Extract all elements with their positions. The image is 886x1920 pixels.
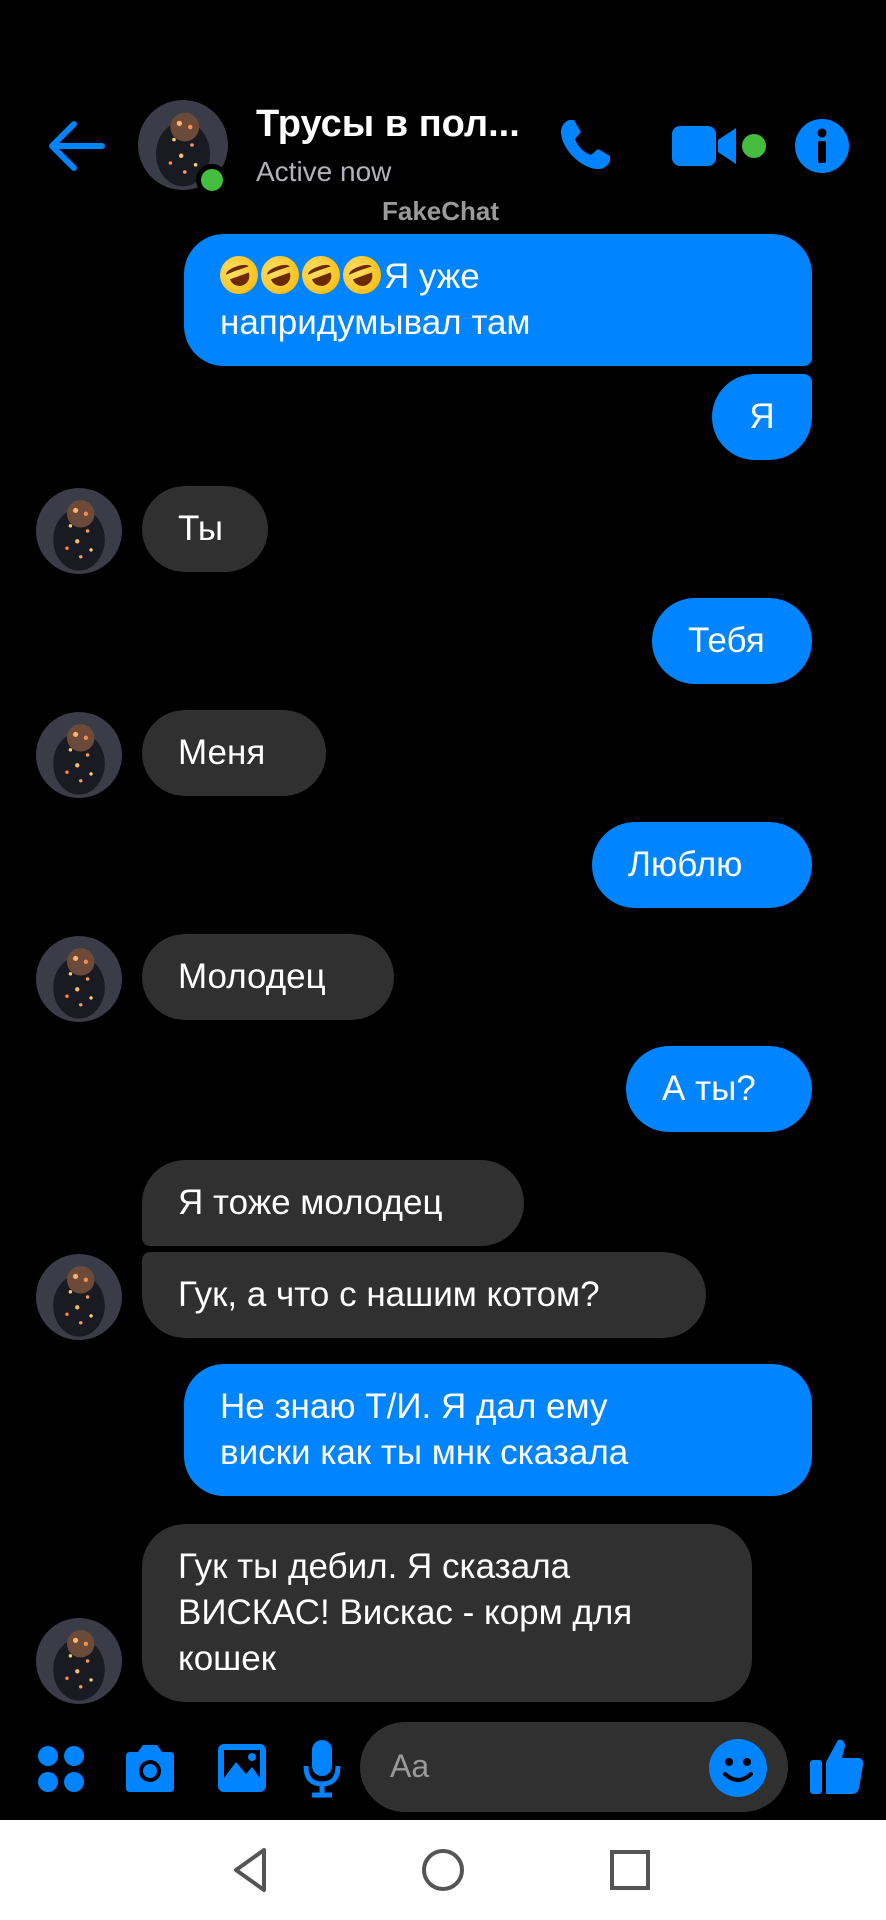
message-text: Ты bbox=[178, 509, 223, 548]
video-camera-icon[interactable] bbox=[670, 118, 740, 174]
back-arrow-icon[interactable] bbox=[44, 114, 108, 178]
contact-status: Active now bbox=[256, 156, 392, 187]
message-bubble-outgoing[interactable]: Я bbox=[712, 374, 812, 460]
recents-square-icon[interactable] bbox=[602, 1842, 658, 1898]
camera-icon[interactable] bbox=[122, 1742, 178, 1794]
message-text: Тебя bbox=[688, 621, 765, 660]
message-bubble-outgoing[interactable]: Люблю bbox=[592, 822, 812, 908]
message-text: Не знаю Т/И. Я дал ему bbox=[220, 1387, 608, 1426]
message-bubble-incoming[interactable]: Я тоже молодец bbox=[142, 1160, 524, 1246]
message-bubble-incoming[interactable]: Ты bbox=[142, 486, 268, 572]
message-text: Гук, а что с нашим котом? bbox=[178, 1275, 600, 1314]
message-bubble-incoming[interactable]: Молодец bbox=[142, 934, 394, 1020]
message-text: А ты? bbox=[662, 1069, 756, 1108]
home-circle-icon[interactable] bbox=[415, 1842, 471, 1898]
message-text: Я уже bbox=[384, 257, 480, 296]
message-composer: Aa bbox=[0, 1716, 886, 1820]
back-triangle-icon[interactable] bbox=[224, 1842, 280, 1898]
message-text: Я bbox=[749, 397, 775, 436]
sender-avatar[interactable] bbox=[36, 488, 122, 574]
message-bubble-incoming[interactable]: Меня bbox=[142, 710, 326, 796]
message-text: виски как ты мнк сказала bbox=[220, 1433, 629, 1472]
message-text: Люблю bbox=[628, 845, 743, 884]
apps-grid-icon[interactable] bbox=[36, 1744, 86, 1794]
sender-avatar[interactable] bbox=[36, 712, 122, 798]
thumbs-up-icon[interactable] bbox=[808, 1736, 866, 1796]
message-bubble-outgoing[interactable]: А ты? bbox=[626, 1046, 812, 1132]
phone-icon[interactable] bbox=[556, 116, 614, 174]
message-bubble-outgoing[interactable]: Тебя bbox=[652, 598, 812, 684]
sender-avatar[interactable] bbox=[36, 1254, 122, 1340]
message-line: Я уже bbox=[214, 250, 776, 300]
system-navigation-bar bbox=[0, 1820, 886, 1920]
message-bubble-outgoing[interactable]: Не знаю Т/И. Я дал ему виски как ты мнк … bbox=[184, 1364, 812, 1496]
chat-header: Трусы в пол... Active now FakeChat bbox=[0, 0, 886, 230]
microphone-icon[interactable] bbox=[302, 1738, 342, 1798]
message-text: Меня bbox=[178, 733, 266, 772]
online-indicator bbox=[196, 164, 228, 196]
message-input[interactable]: Aa bbox=[360, 1722, 788, 1812]
info-icon[interactable] bbox=[794, 118, 850, 174]
message-text: Гук ты дебил. Я сказала bbox=[178, 1547, 571, 1586]
message-bubble-incoming[interactable]: Гук, а что с нашим котом? bbox=[142, 1252, 706, 1338]
watermark: FakeChat bbox=[382, 196, 500, 226]
message-text: напридумывал там bbox=[220, 303, 531, 342]
message-text: Я тоже молодец bbox=[178, 1183, 443, 1222]
message-bubble-incoming[interactable]: Гук ты дебил. Я сказала ВИСКАС! Вискас -… bbox=[142, 1524, 752, 1702]
contact-name[interactable]: Трусы в пол... bbox=[256, 103, 520, 146]
rofl-emoji-icons bbox=[214, 250, 387, 300]
video-active-indicator bbox=[742, 134, 766, 158]
message-text: ВИСКАС! Вискас - корм для bbox=[178, 1593, 633, 1632]
message-text: кошек bbox=[178, 1639, 277, 1678]
sender-avatar[interactable] bbox=[36, 1618, 122, 1704]
message-text: Молодец bbox=[178, 957, 326, 996]
gallery-icon[interactable] bbox=[216, 1742, 268, 1794]
message-input-placeholder: Aa bbox=[390, 1748, 430, 1784]
smiley-icon[interactable] bbox=[708, 1738, 768, 1798]
message-bubble-outgoing[interactable]: Я уже напридумывал там bbox=[184, 234, 812, 366]
sender-avatar[interactable] bbox=[36, 936, 122, 1022]
